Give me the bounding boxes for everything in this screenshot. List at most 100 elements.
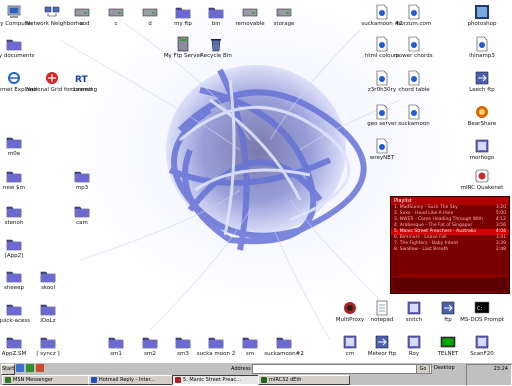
program-icon [475, 335, 489, 349]
task-app-icon [261, 377, 267, 383]
quick-launch-media-icon[interactable] [36, 364, 44, 372]
desktop-icon-label: mp3 [75, 185, 89, 191]
desktop-icon-label: cam [76, 220, 88, 226]
task-label: 5. Manic Street Preac... [183, 377, 241, 383]
track-list: 1. MadSunny - Suck The Sky 3:20 2. Sxxx - … [391, 205, 509, 253]
folder-icon [175, 7, 191, 19]
connect-icon: RT [75, 75, 89, 85]
desktop-icon[interactable]: [ syncz ] [22, 334, 74, 362]
desktop-icon-label: mIRC Quakenet [460, 185, 504, 191]
desktop-icon[interactable]: chord table [388, 70, 440, 106]
task-buttons: MSN Messenger Hotmail Reply - Inter... 5. … [0, 374, 512, 385]
folder-icon [6, 137, 22, 149]
desktop-icon-label: Recycle Bin [200, 53, 232, 59]
desktop-icon[interactable]: stenoh [0, 203, 40, 239]
drive-icon [74, 8, 90, 17]
desktop-icon[interactable]: mp3 [56, 168, 108, 204]
mirc-icon [475, 169, 489, 183]
internet-explorer-icon [8, 72, 20, 84]
program-icon [407, 335, 421, 349]
desktop-icon[interactable]: ScanF20 [456, 334, 508, 362]
track-duration: 2:48 [495, 247, 506, 252]
folder-icon [6, 206, 22, 218]
drive-icon [108, 8, 124, 17]
desktop-icon[interactable]: skool [22, 268, 74, 304]
folder-icon [6, 337, 22, 349]
desktop-icon[interactable]: C: MS-DOS Prompt [456, 300, 508, 336]
desktop-icon[interactable]: Leech ftp [456, 70, 508, 106]
quick-launch-desktop-icon[interactable] [26, 364, 34, 372]
desktop-icon[interactable]: Recycle Bin [190, 36, 242, 72]
address-label: Address [231, 366, 251, 372]
drive-icon [242, 8, 258, 17]
desktop-icon-label: new $m [3, 185, 25, 191]
folder-icon [40, 337, 56, 349]
folder-icon [6, 171, 22, 183]
go-button[interactable]: Go [416, 364, 430, 374]
folder-icon [40, 304, 56, 316]
ftp-icon [475, 71, 489, 85]
desktop-icon[interactable]: [App2] [0, 236, 40, 272]
html-file-icon [376, 138, 388, 154]
desktop-icon-label: MS-DOS Prompt [460, 317, 504, 323]
folder-icon [74, 171, 90, 183]
desktop-icon-label: power chords [395, 53, 433, 59]
task-label: mIRC32 dEth [269, 377, 302, 383]
player-controls[interactable] [393, 276, 507, 291]
folder-icon [142, 337, 158, 349]
html-file-icon [408, 104, 420, 120]
player-titlebar[interactable]: Playlist [391, 197, 509, 205]
folder-icon [74, 206, 90, 218]
desktop-icon[interactable]: new $m [0, 168, 40, 204]
task-app-icon [91, 377, 97, 383]
desktop-icon[interactable]: photoshop [456, 4, 508, 40]
desktop-icon[interactable]: burzum.com [388, 4, 440, 40]
address-bar[interactable]: Address [231, 364, 432, 374]
html-file-icon [408, 70, 420, 86]
desktop-icon[interactable]: m0e [0, 134, 40, 170]
html-file-icon [408, 36, 420, 52]
task-label: Hotmail Reply - Inter... [99, 377, 155, 383]
desktop-icon[interactable]: suckamoon [388, 104, 440, 140]
folder-icon [242, 337, 258, 349]
desktop-icon[interactable]: ihinamp3 [456, 36, 508, 72]
folder-icon [40, 271, 56, 283]
desktop-icon[interactable]: lOoLz [22, 301, 74, 337]
msdos-icon: C: [474, 301, 490, 314]
desktop-icon-label: my documents [0, 53, 35, 59]
photoshop-icon [475, 5, 489, 19]
desktop-icon[interactable]: power chords [388, 36, 440, 72]
my-computer-icon [7, 5, 21, 18]
clock[interactable]: 23:24 [494, 366, 508, 372]
desktop-icon-label: photoshop [467, 21, 497, 27]
desktop-icon-label: ScanF20 [470, 351, 494, 357]
track-row[interactable]: 8. Swallow - Last Breath 2:48 [391, 247, 509, 253]
task-app-icon [175, 377, 181, 383]
folder-icon [6, 271, 22, 283]
quick-launch-ie-icon[interactable] [16, 364, 24, 372]
desktop-toolbar-label[interactable]: Desktop [434, 364, 458, 372]
html-file-icon [408, 4, 420, 20]
program-icon [407, 301, 421, 315]
desktop-icon-label: ihinamp3 [469, 53, 495, 59]
desktop-icon-label: morhogo [469, 155, 495, 161]
folder-icon [6, 39, 22, 51]
task-label: MSN Messenger [13, 377, 53, 383]
desktop-icon-label: skool [40, 285, 56, 291]
desktop-icon[interactable]: BearShare [456, 104, 508, 140]
desktop-icon[interactable]: my documents [0, 36, 40, 72]
desktop-icon[interactable]: RT connect [56, 70, 108, 106]
folder-icon [276, 337, 292, 349]
desktop-icon[interactable]: cam [56, 203, 108, 239]
task-app-icon [5, 377, 11, 383]
program-icon [475, 139, 489, 153]
desktop-icon-label: suckamoon [398, 121, 430, 127]
desktop-icon[interactable]: storage [258, 4, 310, 40]
desktop-icon[interactable]: wreyNET [356, 138, 408, 174]
svg-text:RT: RT [75, 75, 89, 85]
media-player-playlist[interactable]: Playlist 1. MadSunny - Suck The Sky 3:20 2… [390, 196, 510, 294]
desktop-icon[interactable]: suckamoon#2 [258, 334, 310, 362]
html-file-icon [476, 36, 488, 52]
desktop-icon-label: [App2] [4, 253, 24, 259]
drive-icon [276, 8, 292, 17]
